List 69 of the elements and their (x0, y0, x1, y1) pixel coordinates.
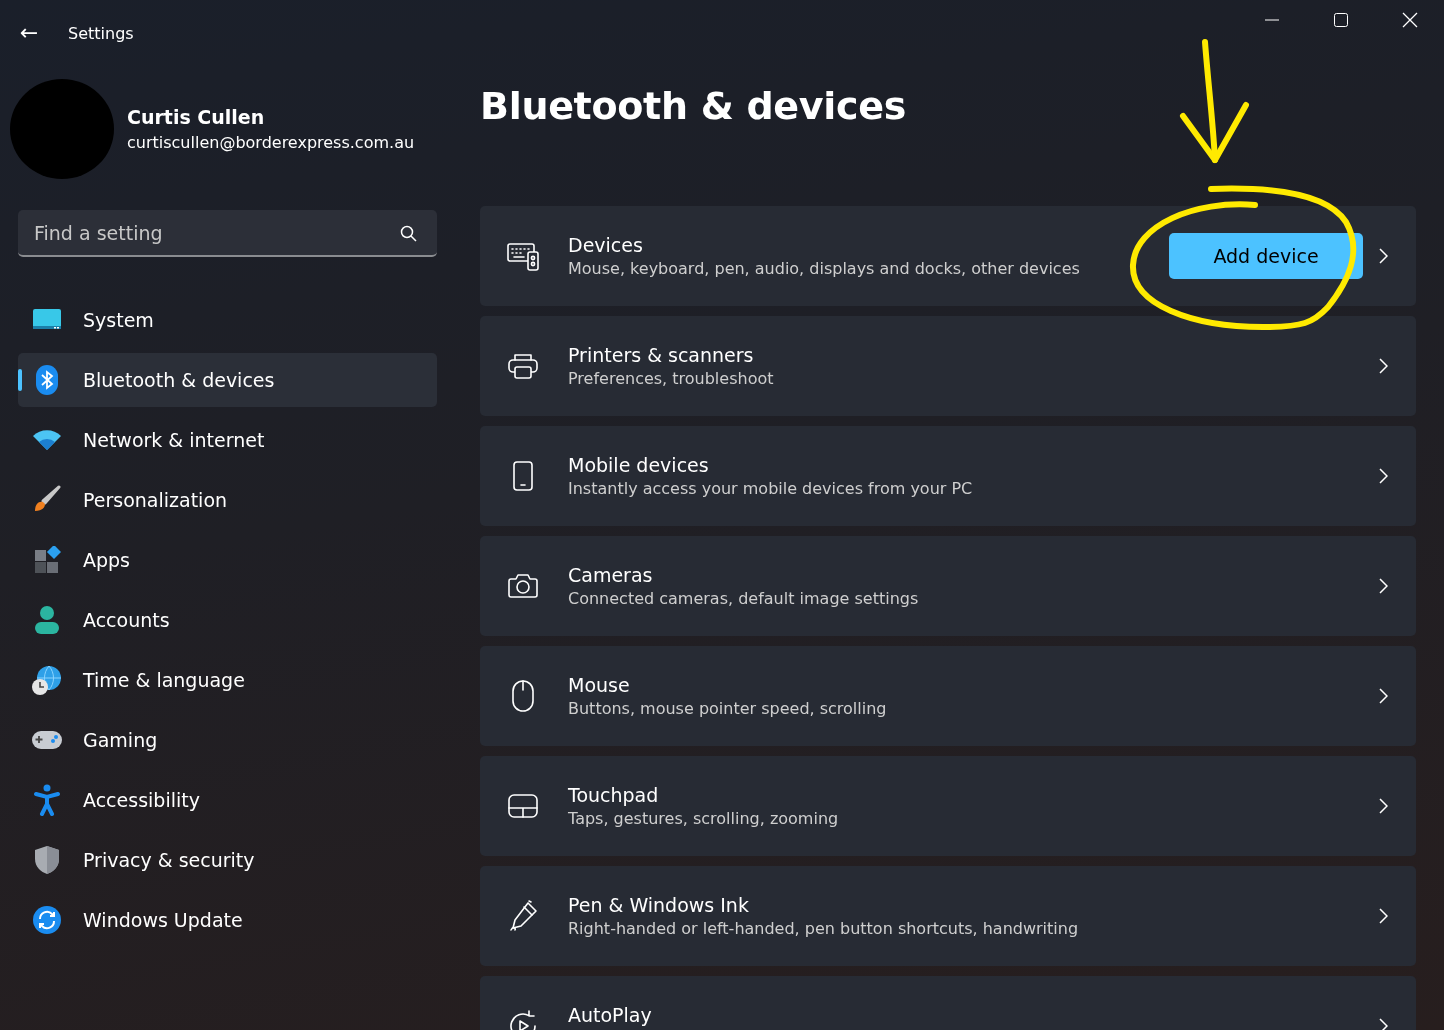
settings-card[interactable]: AutoPlay (480, 976, 1416, 1030)
card-title: Pen & Windows Ink (568, 893, 750, 917)
card-subtitle: Instantly access your mobile devices from your PC (568, 479, 974, 499)
sidebar-item[interactable]: Time & language (18, 653, 437, 707)
card-title: AutoPlay (568, 1003, 653, 1027)
sidebar-item-icon (35, 364, 59, 396)
settings-card[interactable]: Devices Mouse, keyboard, pen, audio, displays and docks, other devices Add device (480, 206, 1416, 306)
card-subtitle: Preferences, troubleshoot (568, 369, 775, 389)
card-icon (511, 680, 535, 712)
card-icon (508, 573, 538, 599)
sidebar-item[interactable]: Privacy & security (18, 833, 437, 887)
sidebar-item-icon (32, 905, 62, 935)
chevron-icon (1379, 908, 1388, 924)
sidebar-item[interactable]: Accessibility (18, 773, 437, 827)
chevron-icon (1379, 468, 1388, 484)
settings-card[interactable]: Printers & scanners Preferences, troubleshoot (480, 316, 1416, 416)
card-icon (508, 353, 538, 379)
card-subtitle: Mouse, keyboard, pen, audio, displays and docks, other devices (568, 259, 1081, 279)
card-subtitle: Connected cameras, default image settings (568, 589, 920, 609)
sidebar-item-icon (31, 664, 63, 696)
back-button[interactable]: ← (18, 23, 40, 43)
card-subtitle: Right-handed or left-handed, pen button shortcuts, handwriting (568, 919, 1080, 939)
add-device-button[interactable]: Add device (1169, 233, 1363, 279)
window-title: Settings (68, 23, 134, 43)
card-title: Touchpad (568, 783, 660, 807)
settings-card[interactable]: Mobile devices Instantly access your mobile devices from your PC (480, 426, 1416, 526)
sidebar-item[interactable]: Apps (18, 533, 437, 587)
sidebar-item-icon (33, 605, 61, 635)
sidebar-item-icon (33, 845, 61, 875)
card-subtitle: Taps, gestures, scrolling, zooming (568, 809, 840, 829)
sidebar-item[interactable]: Windows Update (18, 893, 437, 947)
card-icon (513, 461, 533, 491)
sidebar-item-icon (32, 429, 62, 451)
card-title: Cameras (568, 563, 654, 587)
sidebar-item[interactable]: Bluetooth & devices (18, 353, 437, 407)
card-title: Mouse (568, 673, 631, 697)
sidebar-item[interactable]: Accounts (18, 593, 437, 647)
sidebar-item[interactable]: System (18, 293, 437, 347)
sidebar-item-icon (33, 784, 61, 816)
minimize-icon (1264, 19, 1279, 21)
settings-card[interactable]: Mouse Buttons, mouse pointer speed, scrolling (480, 646, 1416, 746)
maximize-icon (1333, 13, 1348, 27)
chevron-icon (1379, 248, 1388, 264)
sidebar-item-icon (33, 546, 61, 574)
card-subtitle: Buttons, mouse pointer speed, scrolling (568, 699, 888, 719)
chevron-icon (1379, 1018, 1388, 1030)
chevron-icon (1379, 688, 1388, 704)
sidebar-item[interactable]: Gaming (18, 713, 437, 767)
chevron-icon (1379, 798, 1388, 814)
sidebar-item[interactable]: Personalization (18, 473, 437, 527)
card-title: Printers & scanners (568, 343, 755, 367)
settings-card[interactable]: Pen & Windows Ink Right-handed or left-handed, pen button shortcuts, handwriting (480, 866, 1416, 966)
sidebar-item-icon (31, 729, 63, 751)
profile-email: curtiscullen@borderexpress.com.au (127, 133, 415, 152)
search-icon (400, 225, 417, 242)
search-field[interactable]: Find a setting (18, 210, 437, 257)
chevron-icon (1379, 358, 1388, 374)
chevron-icon (1379, 578, 1388, 594)
card-icon (507, 241, 539, 271)
close-icon (1401, 12, 1418, 28)
card-title: Devices (568, 233, 644, 257)
profile-name: Curtis Cullen (127, 106, 266, 128)
card-icon (508, 794, 538, 818)
sidebar-item[interactable]: Network & internet (18, 413, 437, 467)
page-title: Bluetooth & devices (480, 84, 906, 130)
settings-card[interactable]: Cameras Connected cameras, default image settings (480, 536, 1416, 636)
settings-card[interactable]: Touchpad Taps, gestures, scrolling, zooming (480, 756, 1416, 856)
card-icon (507, 900, 539, 932)
card-title: Mobile devices (568, 453, 710, 477)
